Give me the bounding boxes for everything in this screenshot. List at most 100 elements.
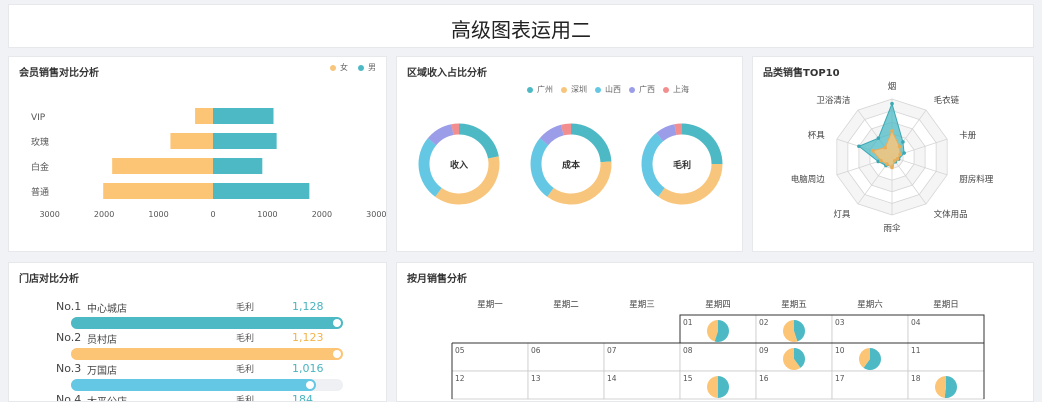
radar-point <box>901 140 905 144</box>
legend-label-shanghai: 上海 <box>673 85 689 94</box>
page-title: 高级图表运用二 <box>451 18 591 42</box>
radar-axis-label: 厨房料理 <box>959 174 994 185</box>
legend-dot-shanxi <box>595 86 601 93</box>
member-sales-panel: 会员销售对比分析 女 男 VIP 玫瑰 白金 普通 3000 2000 1000 0 1000 2… <box>8 56 387 252</box>
radar-axis-label: 卡册 <box>959 130 977 141</box>
donut-slice-上海 <box>451 123 460 136</box>
bar-female <box>112 158 213 174</box>
radar-axis-label: 毛衣链 <box>934 95 960 106</box>
x-tick-label: 3000 <box>39 210 59 219</box>
radar-axis-label: 雨伞 <box>883 223 901 234</box>
calendar-day-label: 07 <box>607 346 617 355</box>
monthly-sales-title: 按月销售分析 <box>407 274 467 285</box>
legend-label-shenzhen: 深圳 <box>571 85 587 94</box>
category-label: 白金 <box>31 161 49 173</box>
calendar-day-label: 01 <box>683 318 693 327</box>
bar-male <box>213 133 277 149</box>
weekday-label: 星期一 <box>477 300 503 310</box>
weekday-label: 星期二 <box>553 300 579 310</box>
store-progress-fill <box>71 379 316 391</box>
title-bar: 高级图表运用二 <box>8 4 1034 48</box>
legend-dot-guangxi <box>629 86 635 93</box>
donut-center-label: 收入 <box>450 159 468 171</box>
legend-male[interactable]: 男 <box>358 62 376 73</box>
x-tick-label: 2000 <box>94 210 114 219</box>
radar-point <box>890 101 894 106</box>
calendar-day-label: 04 <box>911 318 921 327</box>
legend-shanghai[interactable]: 上海 <box>663 84 689 95</box>
legend-female[interactable]: 女 <box>330 62 348 73</box>
radar-point <box>890 165 894 170</box>
region-income-title: 区域收入占比分析 <box>407 68 487 79</box>
category-label: 玫瑰 <box>31 136 49 148</box>
legend-guangxi[interactable]: 广西 <box>629 84 655 95</box>
bar-male <box>213 108 274 124</box>
legend-shenzhen[interactable]: 深圳 <box>561 84 587 95</box>
legend-shanxi[interactable]: 山西 <box>595 84 621 95</box>
calendar-day-label: 09 <box>759 346 769 355</box>
legend-label-male: 男 <box>368 63 376 72</box>
x-tick-label: 2000 <box>312 210 332 219</box>
store-value: 1,128 <box>292 300 324 313</box>
weekday-label: 星期五 <box>781 300 807 310</box>
category-radar-chart: 烟毛衣链卡册厨房料理文体用品雨伞 灯具 电脑周边 杯具 卫浴清洁 <box>791 82 994 234</box>
bar-male <box>213 158 263 174</box>
store-name: 中心城店 <box>87 304 127 315</box>
weekday-label: 星期六 <box>857 299 883 310</box>
donut-center-label: 成本 <box>562 159 581 171</box>
x-tick-label: 3000 <box>366 210 386 219</box>
legend-label-guangzhou: 广州 <box>537 85 553 94</box>
donut-slice-广州 <box>458 123 499 159</box>
calendar-day-label: 08 <box>683 346 693 355</box>
legend-label-female: 女 <box>340 63 348 72</box>
calendar-day-label: 13 <box>531 374 541 383</box>
legend-dot-guangzhou <box>527 86 533 93</box>
store-progress-fill <box>71 348 343 360</box>
radar-point <box>902 151 906 155</box>
calendar-day-label: 10 <box>835 346 845 355</box>
legend-dot-shanghai <box>663 86 669 93</box>
calendar-day-label: 15 <box>683 374 693 383</box>
bar-male <box>213 183 310 199</box>
radar-point <box>879 158 883 163</box>
donut-slice-广州 <box>681 123 723 165</box>
store-compare-panel: 门店对比分析 No.1 中心城店 毛利 1,128 No.2 员村店 毛利 1,123 No.3… <box>8 262 387 402</box>
calendar-day-label: 11 <box>911 346 921 355</box>
store-progress-fill <box>71 317 343 329</box>
store-progress-track <box>71 317 343 329</box>
store-value: 184 <box>292 393 313 402</box>
legend-dot-female <box>330 64 336 71</box>
store-value: 1,123 <box>292 331 324 344</box>
radar-point <box>890 129 894 133</box>
store-rank: No.4 <box>56 393 82 402</box>
radar-axis-label: 灯具 <box>833 209 851 220</box>
legend-label-shanxi: 山西 <box>605 85 621 94</box>
store-progress-knob <box>333 350 341 358</box>
radar-point <box>898 152 903 157</box>
region-legend: 广州 深圳 山西 广西 上海 <box>527 84 689 95</box>
bar-female <box>103 183 213 199</box>
weekday-label: 星期日 <box>933 300 959 310</box>
store-name: 万国店 <box>87 366 117 377</box>
radar-axis-label: 卫浴清洁 <box>816 95 851 106</box>
radar-point <box>885 162 889 166</box>
store-row: No.2 员村店 毛利 1,123 <box>47 331 347 360</box>
store-compare-title: 门店对比分析 <box>19 274 79 285</box>
member-legend: 女 男 <box>330 62 376 73</box>
weekday-label: 星期三 <box>629 300 655 310</box>
bar-female <box>195 108 213 124</box>
legend-guangzhou[interactable]: 广州 <box>527 84 553 95</box>
calendar-day-label: 16 <box>759 374 769 383</box>
store-rank: No.3 <box>56 362 82 375</box>
calendar-day-label: 18 <box>911 374 921 383</box>
region-donut-charts: 收入 成本 毛利 <box>418 123 723 205</box>
calendar-day-label: 06 <box>531 346 541 355</box>
bar-female <box>170 133 213 149</box>
donut-slice-山西 <box>641 132 665 197</box>
donut-slice-广州 <box>570 123 612 163</box>
store-progress-knob <box>305 381 314 389</box>
region-income-panel: 区域收入占比分析 广州 深圳 山西 广西 上海 收入 成本 毛利 <box>396 56 743 252</box>
store-progress-knob <box>333 319 341 327</box>
legend-dot-male <box>358 64 364 71</box>
store-row: No.3 万国店 毛利 1,016 <box>47 362 347 391</box>
